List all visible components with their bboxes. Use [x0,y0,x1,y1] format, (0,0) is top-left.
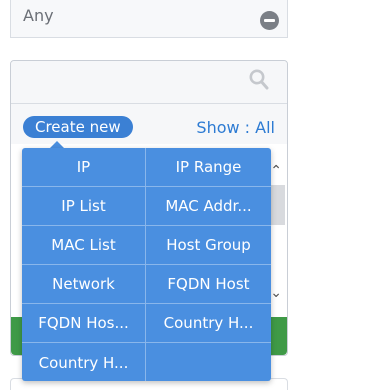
menu-item-mac-address[interactable]: MAC Addr... [146,187,271,226]
menu-item-mac-list[interactable]: MAC List [22,226,146,265]
search-icon[interactable] [249,69,269,91]
minus-circle-icon[interactable] [260,11,279,30]
selected-item-label: Any [23,6,54,25]
menu-item-ip-range[interactable]: IP Range [146,148,271,187]
menu-item-ip[interactable]: IP [22,148,146,187]
selected-item-row: Any [10,0,288,38]
menu-item-empty [146,343,271,381]
chevron-up-icon[interactable]: ⌃ [270,163,282,179]
menu-item-ip-list[interactable]: IP List [22,187,146,226]
chevron-down-icon[interactable]: ⌄ [270,285,282,301]
search-input[interactable] [11,61,287,104]
menu-item-country-host[interactable]: Country H... [146,304,271,343]
create-new-button[interactable]: Create new [23,116,133,138]
menu-item-country-host-group[interactable]: Country H... [22,343,146,381]
menu-item-fqdn-host-group[interactable]: FQDN Hos... [22,304,146,343]
menu-item-host-group[interactable]: Host Group [146,226,271,265]
menu-item-network[interactable]: Network [22,265,146,304]
scrollbar-thumb[interactable] [271,185,285,225]
menu-item-fqdn-host[interactable]: FQDN Host [146,265,271,304]
show-all-filter[interactable]: Show : All [196,118,275,137]
panel-toolbar: Create new Show : All [11,104,287,144]
create-new-menu: IP IP Range IP List MAC Addr... MAC List… [22,148,271,381]
object-picker: Any Create new Show : All ⌃ ⌄ IP IP Rang… [0,0,380,390]
menu-caret [50,141,64,148]
